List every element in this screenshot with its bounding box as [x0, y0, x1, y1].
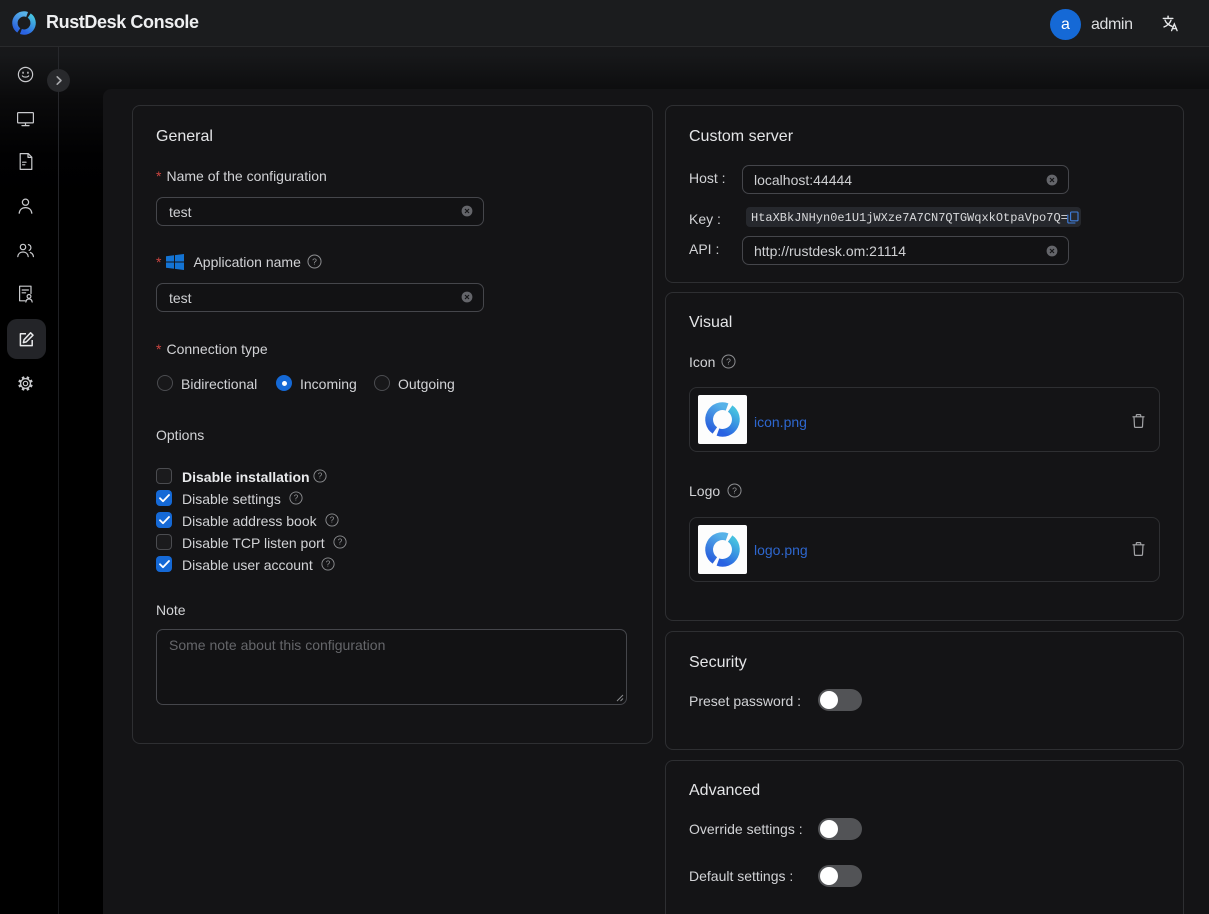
svg-text:?: ?: [318, 472, 323, 481]
svg-text:?: ?: [330, 516, 335, 525]
svg-text:?: ?: [326, 560, 331, 569]
svg-text:?: ?: [732, 485, 737, 495]
svg-text:?: ?: [338, 538, 343, 547]
svg-text:?: ?: [294, 494, 299, 503]
svg-text:?: ?: [726, 356, 731, 366]
svg-text:?: ?: [312, 256, 317, 266]
